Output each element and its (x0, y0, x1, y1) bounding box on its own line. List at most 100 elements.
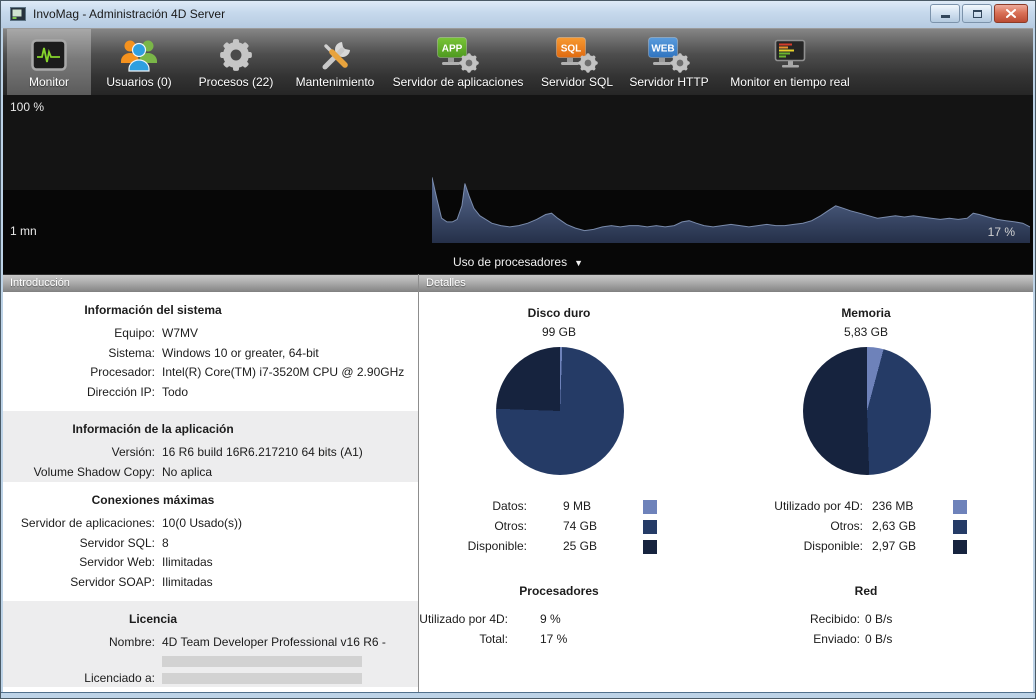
stat-column-disco-duro: Disco duro99 GBDatos:9 MBOtros:74 GBDisp… (419, 292, 726, 557)
tab-procesos-22[interactable]: Procesos (22) (187, 29, 285, 95)
svg-text:SQL: SQL (561, 44, 582, 55)
minimize-icon (941, 15, 950, 18)
tab-servidor-sql[interactable]: SQL Servidor SQL (531, 29, 623, 95)
info-row-volume-shadow-copy: Volume Shadow Copy: No aplica (3, 463, 418, 483)
close-button[interactable] (994, 4, 1028, 23)
info-label: Servidor de aplicaciones: (3, 514, 155, 534)
info-value (162, 669, 418, 689)
titlebar[interactable]: InvoMag - Administración 4D Server (0, 0, 1036, 28)
info-row-servidor-sql: Servidor SQL: 8 (3, 534, 418, 554)
stat-label: Total: (479, 632, 508, 646)
minimize-button[interactable] (930, 4, 960, 23)
details-panel: Disco duro99 GBDatos:9 MBOtros:74 GBDisp… (419, 292, 1033, 692)
info-value: 10(0 Usado(s)) (162, 514, 418, 534)
window-border-bottom (0, 692, 1036, 699)
legend-label: Disponible: (468, 539, 527, 553)
tools-icon (316, 35, 354, 75)
info-row-servidor-soap: Servidor SOAP:Ilimitadas (3, 573, 418, 593)
legend-value: 25 GB (563, 539, 597, 553)
svg-text:APP: APP (442, 44, 463, 55)
stat-title: Memoria (726, 306, 1006, 320)
info-label: Equipo: (3, 324, 155, 344)
stat-value: 9 % (540, 612, 561, 626)
section-licencia: LicenciaNombre:4D Team Developer Profess… (3, 601, 418, 687)
info-value: 4D Team Developer Professional v16 R6 - (162, 633, 418, 669)
info-label: Servidor SQL: (3, 534, 155, 554)
section-title: Información del sistema (3, 292, 303, 324)
stat-value: 0 B/s (865, 612, 892, 626)
right-panel-header: Detalles (419, 274, 1033, 292)
disco-duro-pie-chart (496, 347, 624, 475)
stat-title: Procesadores (419, 584, 699, 598)
chevron-down-icon: ▼ (574, 258, 583, 268)
tab-usuarios-0[interactable]: Usuarios (0) (91, 29, 187, 95)
stat-rows: Utilizado por 4D: 9 % Total: 17 % (419, 610, 726, 650)
stat-row-recibido: Recibido: 0 B/s (726, 610, 1033, 630)
close-icon (1006, 9, 1016, 18)
maximize-button[interactable] (962, 4, 992, 23)
introduction-panel: Información del sistemaEquipo: W7MVSistem… (3, 292, 418, 692)
info-row-servidor-de-aplicaciones: Servidor de aplicaciones: 10(0 Usado(s)) (3, 514, 418, 534)
tab-monitor[interactable]: Monitor (7, 29, 91, 95)
stat-label: Recibido: (810, 612, 860, 626)
tab-label: Mantenimiento (296, 75, 375, 89)
app-window: InvoMag - Administración 4D Server Monit… (0, 0, 1036, 699)
tab-servidor-http[interactable]: WEB Servidor HTTP (623, 29, 715, 95)
tab-label: Servidor de aplicaciones (393, 75, 524, 89)
redacted-value-bar (162, 656, 362, 667)
info-row-equipo: Equipo: W7MV (3, 324, 418, 344)
info-label: Volume Shadow Copy: (3, 463, 155, 483)
app-server-icon: APP (435, 35, 481, 75)
stat-label: Utilizado por 4D: (419, 612, 508, 626)
info-value: W7MV (162, 324, 418, 344)
info-row-sistema: Sistema:Windows 10 or greater, 64-bit (3, 344, 418, 364)
realtime-monitor-icon (771, 35, 809, 75)
gear-icon (218, 35, 254, 75)
tab-label: Procesos (22) (199, 75, 274, 89)
info-value: No aplica (162, 463, 418, 483)
legend-row-otros: Otros:74 GB (419, 517, 726, 537)
tab-monitor-en-tiempo-real[interactable]: Monitor en tiempo real (715, 29, 865, 95)
legend-color-swatch (953, 520, 967, 534)
stat-label: Enviado: (813, 632, 860, 646)
stat-value: 0 B/s (865, 632, 892, 646)
section-title: Conexiones máximas (3, 482, 303, 514)
info-label: Procesador: (3, 363, 155, 383)
legend-row-utilizado-por-4d: Utilizado por 4D:236 MB (726, 497, 1033, 517)
tab-servidor-de-aplicaciones[interactable]: APP Servidor de aplicaciones (385, 29, 531, 95)
legend-label: Otros: (830, 519, 863, 533)
graph-window-label: 1 mn (10, 224, 37, 238)
maximize-icon (973, 10, 982, 18)
graph-current-label: 17 % (988, 225, 1015, 239)
stat-title: Red (726, 584, 1006, 598)
info-value: 8 (162, 534, 418, 554)
section-informaci-n-de-la-aplicaci-n: Información de la aplicaciónVersión:16 R… (3, 411, 418, 482)
toolbar-tabs: Monitor Usuarios (0) Procesos (22) Manten… (0, 28, 1036, 95)
section-title: Información de la aplicación (3, 411, 303, 443)
legend-label: Datos: (492, 499, 527, 513)
stat-row-utilizado-por-4d: Utilizado por 4D: 9 % (419, 610, 726, 630)
stat-value: 17 % (540, 632, 567, 646)
info-row-nombre: Nombre:4D Team Developer Professional v1… (3, 633, 418, 669)
info-row-versi-n: Versión:16 R6 build 16R6.217210 64 bits … (3, 443, 418, 463)
tab-label: Monitor en tiempo real (730, 75, 849, 89)
legend-color-swatch (643, 540, 657, 554)
stat-total: 99 GB (419, 325, 699, 339)
info-label: Nombre: (3, 633, 155, 669)
tab-mantenimiento[interactable]: Mantenimiento (285, 29, 385, 95)
svg-text:WEB: WEB (651, 44, 674, 55)
legend-label: Disponible: (804, 539, 863, 553)
info-label: Dirección IP: (3, 383, 155, 403)
stat-column-procesadores: Procesadores Utilizado por 4D: 9 % Total: 17… (419, 584, 726, 650)
graph-source-selector[interactable]: Uso de procesadores ▼ (0, 250, 1036, 274)
stat-total: 5,83 GB (726, 325, 1006, 339)
info-label: Licenciado a: (3, 669, 155, 689)
activity-monitor-icon (31, 35, 67, 75)
stat-column-red: Red Recibido: 0 B/s Enviado: 0 B/s (726, 584, 1033, 650)
section-conexiones-m-ximas: Conexiones máximasServidor de aplicacion… (3, 482, 418, 601)
legend: Utilizado por 4D:236 MBOtros:2,63 GBDisp… (726, 497, 1033, 557)
selector-label: Uso de procesadores (453, 255, 567, 269)
left-panel-header: Introducción (3, 274, 418, 292)
legend-value: 9 MB (563, 499, 591, 513)
stat-row-total: Total: 17 % (419, 630, 726, 650)
